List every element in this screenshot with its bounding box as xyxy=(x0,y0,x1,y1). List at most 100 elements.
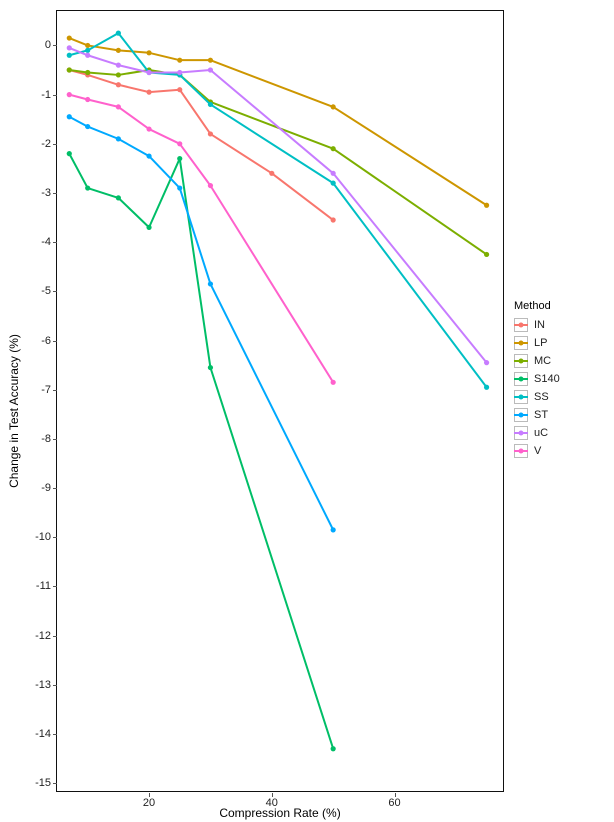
series-point-ST xyxy=(85,124,90,129)
series-point-uC xyxy=(208,67,213,72)
y-tick-mark xyxy=(53,439,57,440)
series-point-SS xyxy=(208,102,213,107)
legend-label: SS xyxy=(534,391,549,403)
series-point-MC xyxy=(331,146,336,151)
series-point-LP xyxy=(146,50,151,55)
legend-swatch xyxy=(514,372,528,386)
plot-area: 0-1-2-3-4-5-6-7-8-9-10-11-12-13-14-15 20… xyxy=(56,10,504,792)
legend-item: LP xyxy=(514,334,560,352)
series-point-uC xyxy=(146,70,151,75)
series-point-IN xyxy=(177,87,182,92)
y-tick-mark xyxy=(53,95,57,96)
series-line-ST xyxy=(69,117,333,530)
y-tick-mark xyxy=(53,636,57,637)
series-point-MC xyxy=(116,72,121,77)
plot-svg xyxy=(57,11,505,793)
legend-label: ST xyxy=(534,409,548,421)
y-tick-mark xyxy=(53,537,57,538)
legend: Method IN LP MC S140 SS ST uC V xyxy=(514,300,560,460)
series-point-ST xyxy=(67,114,72,119)
x-tick-mark xyxy=(149,793,150,797)
y-tick-mark xyxy=(53,783,57,784)
series-point-V xyxy=(85,97,90,102)
series-point-uC xyxy=(484,360,489,365)
series-point-S140 xyxy=(116,195,121,200)
series-point-uC xyxy=(85,53,90,58)
legend-swatch xyxy=(514,354,528,368)
series-point-SS xyxy=(331,181,336,186)
series-point-uC xyxy=(67,45,72,50)
y-tick-mark xyxy=(53,488,57,489)
y-tick-mark xyxy=(53,390,57,391)
series-point-IN xyxy=(269,171,274,176)
series-point-SS xyxy=(116,31,121,36)
series-point-MC xyxy=(67,67,72,72)
series-point-S140 xyxy=(177,156,182,161)
series-point-uC xyxy=(177,70,182,75)
legend-label: LP xyxy=(534,337,547,349)
series-point-LP xyxy=(85,43,90,48)
series-point-LP xyxy=(116,48,121,53)
series-point-V xyxy=(67,92,72,97)
legend-label: S140 xyxy=(534,373,560,385)
series-point-V xyxy=(208,183,213,188)
series-point-MC xyxy=(85,70,90,75)
series-point-S140 xyxy=(146,225,151,230)
legend-swatch xyxy=(514,426,528,440)
series-point-S140 xyxy=(331,746,336,751)
legend-label: IN xyxy=(534,319,545,331)
chart-container: Change in Test Accuracy (%) Compression … xyxy=(0,0,614,822)
series-point-LP xyxy=(331,104,336,109)
x-tick-mark xyxy=(395,793,396,797)
y-tick-mark xyxy=(53,193,57,194)
series-point-IN xyxy=(146,90,151,95)
series-point-LP xyxy=(484,203,489,208)
legend-label: V xyxy=(534,445,541,457)
y-tick-mark xyxy=(53,144,57,145)
series-point-V xyxy=(116,104,121,109)
series-point-V xyxy=(331,380,336,385)
y-tick-mark xyxy=(53,242,57,243)
series-point-SS xyxy=(484,385,489,390)
legend-item: IN xyxy=(514,316,560,334)
legend-swatch xyxy=(514,444,528,458)
series-point-S140 xyxy=(67,151,72,156)
series-line-MC xyxy=(69,70,486,254)
legend-item: uC xyxy=(514,424,560,442)
series-point-S140 xyxy=(85,185,90,190)
legend-item: V xyxy=(514,442,560,460)
legend-label: uC xyxy=(534,427,548,439)
legend-label: MC xyxy=(534,355,551,367)
series-point-S140 xyxy=(208,365,213,370)
series-point-IN xyxy=(116,82,121,87)
y-tick-mark xyxy=(53,341,57,342)
legend-swatch xyxy=(514,390,528,404)
series-point-ST xyxy=(331,527,336,532)
series-point-MC xyxy=(484,252,489,257)
y-tick-mark xyxy=(53,734,57,735)
legend-title: Method xyxy=(514,300,560,312)
y-tick-mark xyxy=(53,45,57,46)
y-tick-mark xyxy=(53,291,57,292)
series-point-IN xyxy=(331,217,336,222)
series-point-ST xyxy=(208,281,213,286)
series-point-SS xyxy=(85,48,90,53)
y-tick-mark xyxy=(53,586,57,587)
legend-item: ST xyxy=(514,406,560,424)
x-axis-label: Compression Rate (%) xyxy=(219,806,340,820)
series-line-V xyxy=(69,95,333,383)
series-point-LP xyxy=(208,58,213,63)
series-point-V xyxy=(146,126,151,131)
series-point-V xyxy=(177,141,182,146)
legend-item: SS xyxy=(514,388,560,406)
series-point-ST xyxy=(116,136,121,141)
series-point-LP xyxy=(177,58,182,63)
legend-swatch xyxy=(514,318,528,332)
series-point-SS xyxy=(67,53,72,58)
series-point-ST xyxy=(177,185,182,190)
series-line-uC xyxy=(69,48,486,363)
y-tick-mark xyxy=(53,685,57,686)
y-axis-label: Change in Test Accuracy (%) xyxy=(7,334,21,488)
legend-swatch xyxy=(514,408,528,422)
series-point-uC xyxy=(116,63,121,68)
